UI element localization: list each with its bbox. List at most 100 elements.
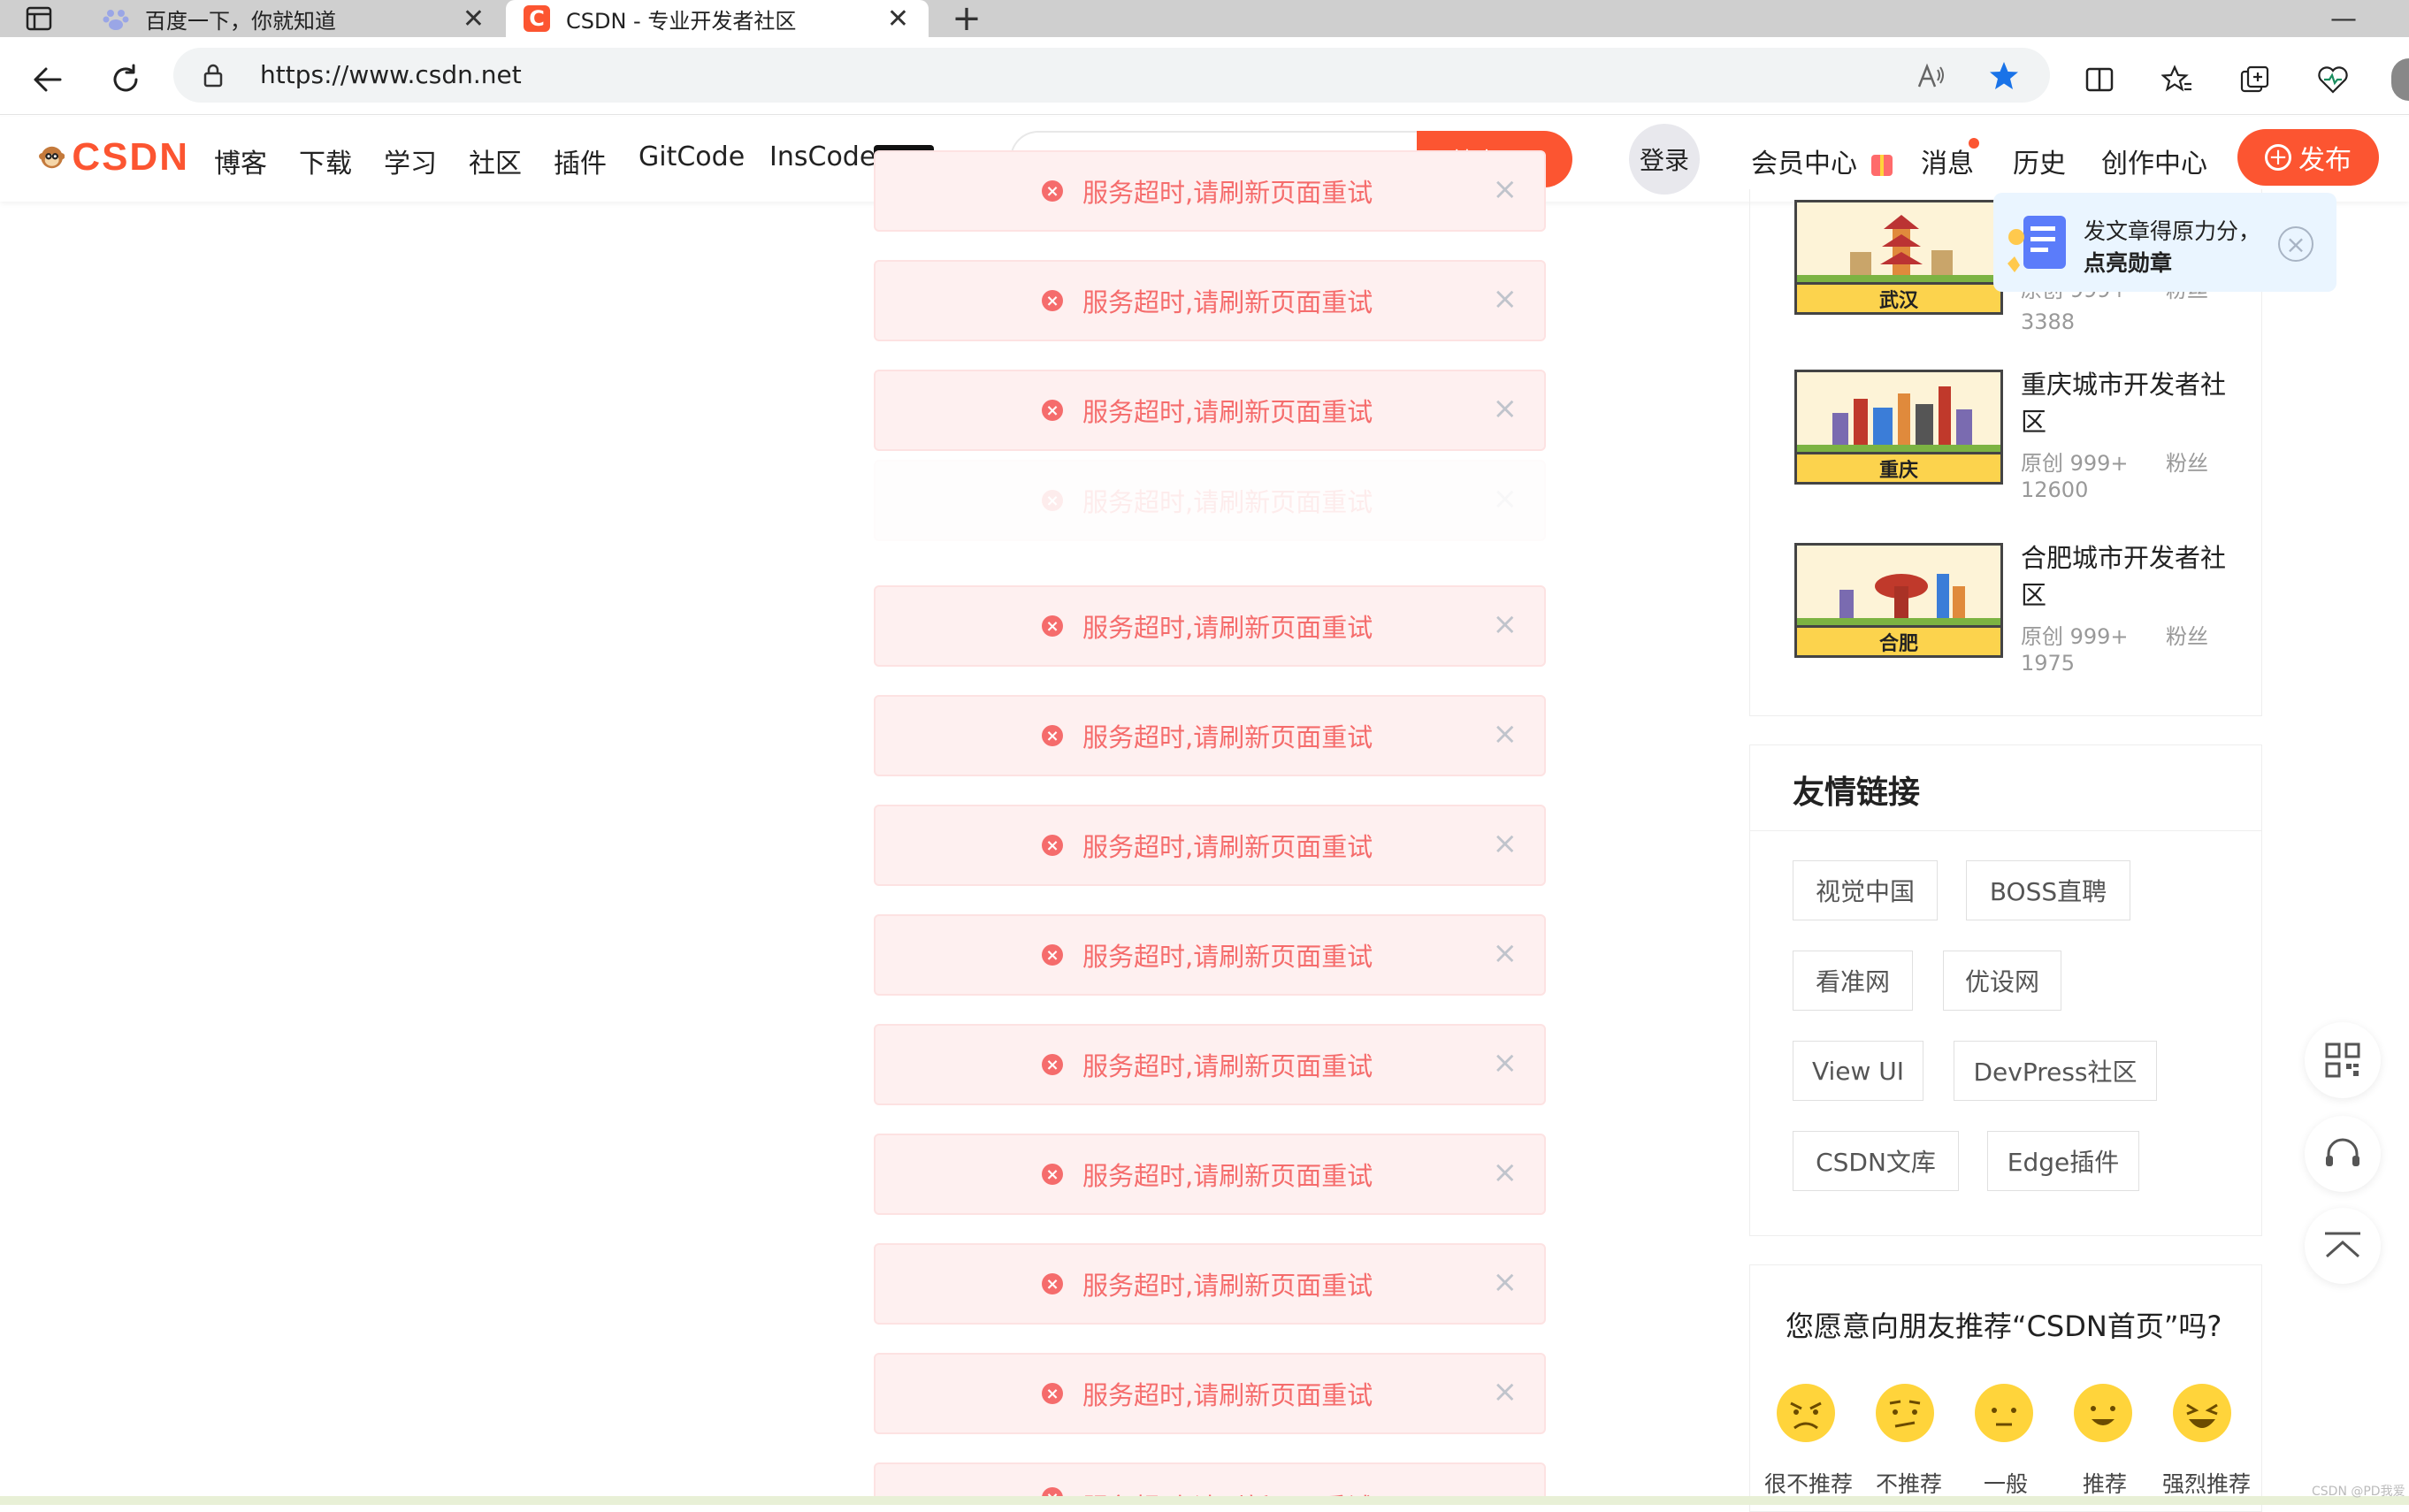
friend-link[interactable]: Edge插件 bbox=[1987, 1131, 2139, 1191]
community-stat-fans: 12600 bbox=[2021, 477, 2089, 502]
friend-link[interactable]: DevPress社区 bbox=[1954, 1041, 2157, 1101]
back-to-top-icon bbox=[2325, 1232, 2360, 1258]
toast-message: 服务超时,请刷新页面重试 bbox=[1082, 832, 1373, 862]
tab-close-icon[interactable]: ✕ bbox=[463, 4, 485, 34]
friend-link[interactable]: 优设网 bbox=[1943, 951, 2061, 1011]
error-circle-icon: × bbox=[1042, 180, 1063, 202]
address-bar[interactable]: https://www.csdn.net bbox=[173, 48, 2050, 103]
hefei-city-image[interactable]: 合肥 bbox=[1794, 543, 2003, 658]
url-text[interactable]: https://www.csdn.net bbox=[260, 60, 522, 89]
favorites-icon[interactable] bbox=[2154, 57, 2200, 103]
wuhan-city-image[interactable]: 武汉 bbox=[1794, 200, 2003, 315]
nav-blog[interactable]: 博客 bbox=[214, 141, 267, 180]
browser-toolbar: https://www.csdn.net bbox=[0, 37, 2409, 115]
close-icon[interactable]: × bbox=[1493, 481, 1518, 516]
nav-community[interactable]: 社区 bbox=[469, 141, 522, 180]
community-name[interactable]: 合肥城市开发者社区 bbox=[2021, 539, 2242, 614]
error-circle-icon: × bbox=[1042, 1054, 1063, 1075]
back-to-top-button[interactable] bbox=[2305, 1208, 2381, 1284]
community-stat-fans: 1975 bbox=[2021, 651, 2076, 676]
error-toast: × 服务超时,请刷新页面重试 × bbox=[874, 1134, 1546, 1215]
nav-inscode[interactable]: InsCode bbox=[769, 141, 876, 172]
community-name[interactable]: 重庆城市开发者社区 bbox=[2021, 366, 2242, 440]
friend-link[interactable]: 看准网 bbox=[1793, 951, 1913, 1011]
nav-creator-center[interactable]: 创作中心 bbox=[2101, 141, 2207, 180]
message-dot-badge bbox=[1969, 138, 1979, 149]
tab-baidu[interactable]: 百度一下，你就知道 ✕ bbox=[85, 0, 504, 37]
error-toast: × 服务超时,请刷新页面重试 × bbox=[874, 370, 1546, 451]
award-tip-link[interactable]: 点亮勋章 bbox=[2084, 246, 2172, 278]
plus-circle-icon: + bbox=[2265, 144, 2291, 171]
close-icon[interactable]: × bbox=[1493, 1374, 1518, 1409]
friend-links-card: 友情链接 视觉中国 BOSS直聘 看准网 优设网 View UI DevPres… bbox=[1749, 745, 2262, 1236]
close-icon[interactable]: × bbox=[1493, 1264, 1518, 1300]
close-icon[interactable]: × bbox=[1493, 391, 1518, 426]
split-screen-icon[interactable] bbox=[2076, 57, 2122, 103]
survey-option-label: 一般 bbox=[1984, 1471, 2029, 1497]
new-tab-button[interactable]: + bbox=[944, 0, 989, 39]
refresh-icon[interactable] bbox=[103, 57, 149, 103]
close-icon[interactable]: × bbox=[1493, 607, 1518, 642]
browser-essentials-icon[interactable] bbox=[2310, 57, 2356, 103]
login-button[interactable]: 登录 bbox=[1629, 124, 1700, 195]
toast-message: 服务超时,请刷新页面重试 bbox=[1082, 1161, 1373, 1191]
favorite-star-icon[interactable] bbox=[1985, 57, 2023, 95]
close-icon[interactable]: × bbox=[1493, 172, 1518, 207]
tab-actions-icon[interactable] bbox=[12, 4, 65, 34]
toast-message: 服务超时,请刷新页面重试 bbox=[1082, 1271, 1373, 1301]
award-tip-popup[interactable]: 发文章得原力分， 点亮勋章 × bbox=[1993, 193, 2336, 292]
error-circle-icon: × bbox=[1042, 1164, 1063, 1185]
qr-code-button[interactable] bbox=[2305, 1022, 2381, 1098]
close-icon[interactable]: × bbox=[1493, 716, 1518, 752]
friend-link[interactable]: 视觉中国 bbox=[1793, 860, 1938, 920]
nav-plugin[interactable]: 插件 bbox=[554, 141, 607, 180]
qr-code-icon bbox=[2325, 1042, 2360, 1078]
laughing-face-icon[interactable] bbox=[2173, 1384, 2231, 1442]
close-icon[interactable]: × bbox=[1493, 826, 1518, 861]
city-label: 武汉 bbox=[1797, 282, 2000, 312]
nav-vip-center[interactable]: 会员中心 bbox=[1751, 141, 1893, 180]
customer-service-button[interactable] bbox=[2305, 1116, 2381, 1192]
error-circle-icon: × bbox=[1042, 490, 1063, 511]
read-aloud-icon[interactable] bbox=[1912, 57, 1951, 95]
csdn-logo[interactable]: CSDN bbox=[39, 133, 189, 182]
error-circle-icon: × bbox=[1042, 944, 1063, 966]
minimize-button[interactable]: — bbox=[2317, 2, 2370, 35]
error-toast: × 服务超时,请刷新页面重试 × bbox=[874, 805, 1546, 886]
publish-button[interactable]: + 发布 bbox=[2237, 129, 2379, 186]
close-icon[interactable]: × bbox=[1493, 1155, 1518, 1190]
angry-face-icon[interactable] bbox=[1777, 1384, 1835, 1442]
city-label: 重庆 bbox=[1797, 452, 2000, 482]
close-icon[interactable]: × bbox=[2278, 226, 2313, 262]
lock-icon[interactable] bbox=[200, 62, 226, 88]
tab-close-icon[interactable]: ✕ bbox=[887, 4, 909, 34]
error-toast: × 服务超时,请刷新页面重试 × bbox=[874, 695, 1546, 776]
close-icon[interactable]: × bbox=[1493, 1045, 1518, 1081]
profile-avatar[interactable] bbox=[2391, 58, 2409, 101]
baidu-paw-icon bbox=[103, 5, 129, 32]
nav-download[interactable]: 下载 bbox=[299, 141, 352, 180]
neutral-face-icon[interactable] bbox=[1975, 1384, 2033, 1442]
nav-gitcode[interactable]: GitCode bbox=[639, 141, 745, 172]
close-icon[interactable]: × bbox=[1493, 281, 1518, 317]
nav-history[interactable]: 历史 bbox=[2013, 141, 2066, 180]
friend-link[interactable]: CSDN文库 bbox=[1793, 1131, 1959, 1191]
recommend-survey-card: 您愿意向朋友推荐“CSDN首页”吗? 很不推荐 不推荐 一般 推荐 强烈推荐 bbox=[1749, 1264, 2262, 1512]
community-stat-fans-label: 粉丝 bbox=[2166, 451, 2208, 476]
tab-csdn[interactable]: C CSDN - 专业开发者社区 ✕ bbox=[506, 0, 929, 37]
divider bbox=[1750, 830, 2261, 831]
close-icon[interactable]: × bbox=[1493, 935, 1518, 971]
back-icon[interactable] bbox=[25, 57, 71, 103]
error-circle-icon: × bbox=[1042, 725, 1063, 746]
chongqing-city-image[interactable]: 重庆 bbox=[1794, 370, 2003, 485]
smile-face-icon[interactable] bbox=[2074, 1384, 2132, 1442]
collections-icon[interactable] bbox=[2232, 57, 2278, 103]
nav-learn[interactable]: 学习 bbox=[384, 141, 437, 180]
toast-message: 服务超时,请刷新页面重试 bbox=[1082, 287, 1373, 317]
toast-message: 服务超时,请刷新页面重试 bbox=[1082, 397, 1373, 427]
friend-links-title: 友情链接 bbox=[1793, 775, 1921, 811]
unhappy-face-icon[interactable] bbox=[1876, 1384, 1934, 1442]
nav-messages[interactable]: 消息 bbox=[1921, 141, 1974, 180]
friend-link[interactable]: View UI bbox=[1793, 1041, 1923, 1101]
friend-link[interactable]: BOSS直聘 bbox=[1966, 860, 2130, 920]
